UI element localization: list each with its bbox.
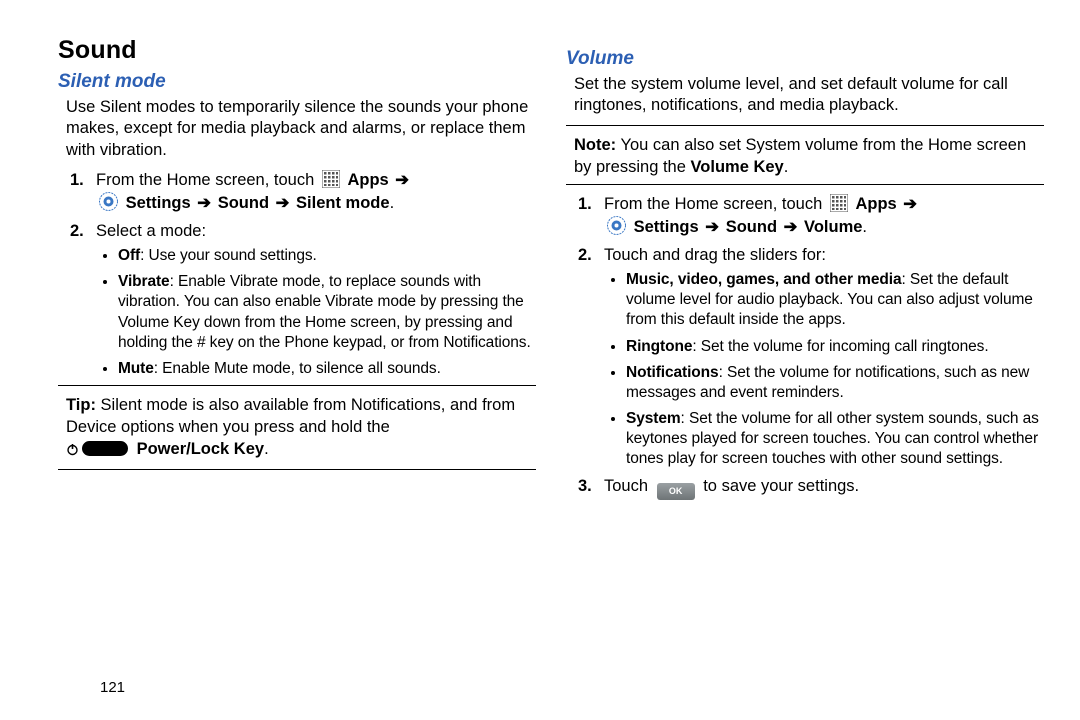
- silent-mode-steps: From the Home screen, touch Apps ➔ Setti…: [66, 169, 536, 379]
- tip-block: Tip: Silent mode is also available from …: [66, 394, 536, 463]
- mode-vibrate: Vibrate: Enable Vibrate mode, to replace…: [118, 272, 536, 353]
- step-1: From the Home screen, touch Apps ➔ Setti…: [66, 169, 536, 214]
- divider: [566, 184, 1044, 185]
- apps-grid-icon: [830, 194, 848, 212]
- right-column: Volume Set the system volume level, and …: [566, 36, 1044, 506]
- step-2: Select a mode: Off: Use your sound setti…: [66, 220, 536, 379]
- arrow-icon: ➔: [784, 218, 798, 236]
- power-icon: [66, 440, 79, 462]
- page-number: 121: [100, 679, 125, 696]
- mode-off: Off: Use your sound settings.: [118, 246, 536, 266]
- mode-mute: Mute: Enable Mute mode, to silence all s…: [118, 359, 536, 379]
- ok-button-icon: OK: [657, 483, 695, 500]
- slider-ringtone: Ringtone: Set the volume for incoming ca…: [626, 337, 1044, 357]
- arrow-icon: ➔: [276, 194, 290, 212]
- step-1: From the Home screen, touch Apps ➔ Setti…: [574, 193, 1044, 238]
- divider: [58, 385, 536, 386]
- arrow-icon: ➔: [705, 218, 719, 236]
- settings-gear-icon: [607, 216, 626, 235]
- apps-grid-icon: [322, 170, 340, 188]
- arrow-icon: ➔: [197, 194, 211, 212]
- subsection-heading-silent-mode: Silent mode: [58, 71, 536, 93]
- slider-notifications: Notifications: Set the volume for notifi…: [626, 363, 1044, 403]
- slider-list: Music, video, games, and other media: Se…: [626, 270, 1044, 469]
- subsection-heading-volume: Volume: [566, 48, 1044, 70]
- section-heading: Sound: [58, 36, 536, 65]
- divider: [566, 125, 1044, 126]
- step-2: Touch and drag the sliders for: Music, v…: [574, 244, 1044, 470]
- mode-list: Off: Use your sound settings. Vibrate: E…: [118, 246, 536, 379]
- note-block: Note: You can also set System volume fro…: [574, 134, 1044, 179]
- settings-gear-icon: [99, 192, 118, 211]
- volume-intro: Set the system volume level, and set def…: [574, 74, 1044, 117]
- step-3: Touch OK to save your settings.: [574, 475, 1044, 500]
- arrow-icon: ➔: [395, 171, 409, 189]
- manual-page: Sound Silent mode Use Silent modes to te…: [0, 0, 1080, 506]
- divider: [58, 469, 536, 470]
- silent-mode-intro: Use Silent modes to temporarily silence …: [66, 97, 536, 161]
- lock-key-icon: [82, 441, 128, 456]
- left-column: Sound Silent mode Use Silent modes to te…: [58, 36, 536, 506]
- slider-media: Music, video, games, and other media: Se…: [626, 270, 1044, 330]
- slider-system: System: Set the volume for all other sys…: [626, 409, 1044, 469]
- arrow-icon: ➔: [903, 195, 917, 213]
- volume-steps: From the Home screen, touch Apps ➔ Setti…: [574, 193, 1044, 500]
